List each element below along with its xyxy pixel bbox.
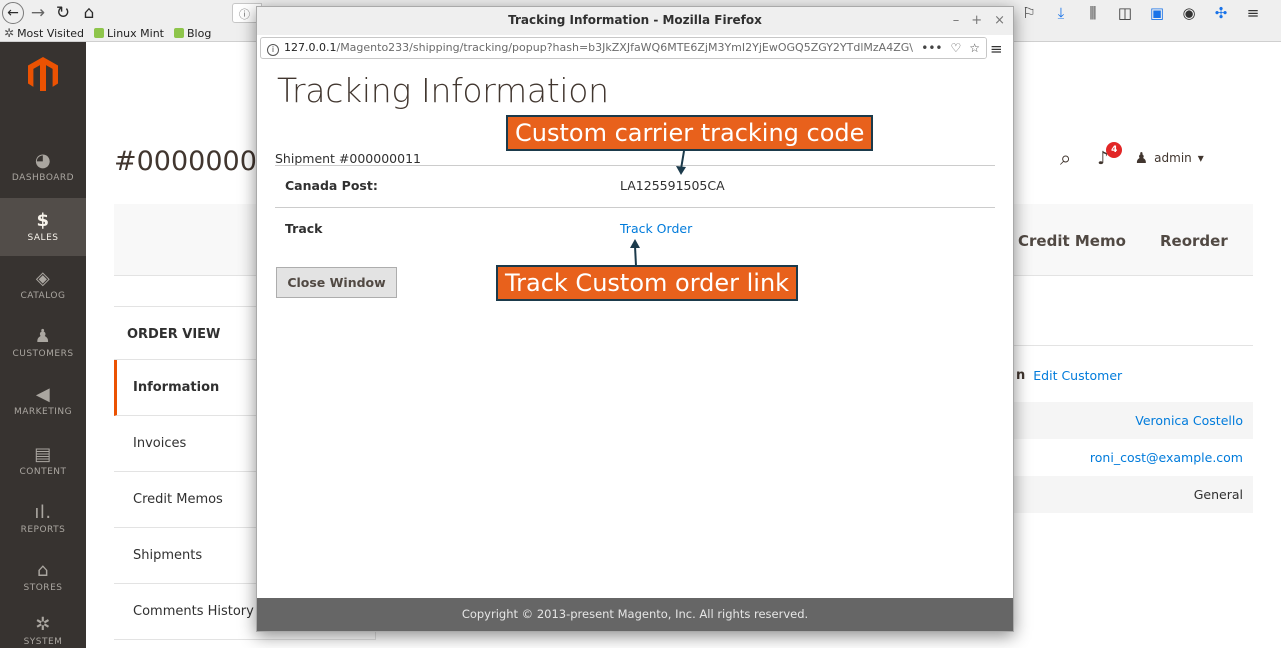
close-window-button[interactable]: Close Window	[276, 267, 397, 298]
sidebar-item-system[interactable]: ✲ SYSTEM	[0, 602, 86, 648]
bookmark-linux-mint[interactable]: Linux Mint	[94, 27, 164, 40]
account-icon[interactable]: ◉	[1180, 4, 1198, 22]
admin-user-menu[interactable]: ♟ admin ▾	[1135, 149, 1204, 167]
minimize-icon[interactable]: –	[953, 13, 960, 28]
tracking-popup-window: Tracking Information - Mozilla Firefox –…	[256, 6, 1014, 632]
edit-customer-link[interactable]: Edit Customer	[1033, 368, 1122, 383]
bookmark-folder-icon	[173, 28, 184, 38]
download-icon[interactable]: ⤓	[1052, 4, 1070, 22]
network-icon[interactable]: ✣	[1212, 4, 1230, 22]
sidebar-item-catalog[interactable]: ◈ CATALOG	[0, 256, 86, 314]
extension-icon[interactable]: ⚐	[1020, 4, 1038, 22]
section-divider	[1010, 345, 1253, 346]
customer-name-link[interactable]: Veronica Costello	[1135, 413, 1243, 428]
sidebar-item-marketing[interactable]: ◀ MARKETING	[0, 372, 86, 430]
maximize-icon[interactable]: +	[971, 13, 982, 28]
pocket-icon[interactable]: ♡	[950, 41, 961, 55]
divider	[275, 207, 995, 208]
menu-icon[interactable]: ≡	[1244, 4, 1262, 22]
bookmarks-bar: ✲ Most Visited Linux Mint Blog	[0, 24, 211, 42]
customer-name-row: Veronica Costello	[1010, 402, 1253, 439]
bookmark-blog[interactable]: Blog	[173, 27, 211, 40]
magento-logo-icon	[28, 57, 58, 91]
admin-sidebar: ◕ DASHBOARD $ SALES ◈ CATALOG ♟ CUSTOMER…	[0, 42, 86, 648]
credit-memo-button[interactable]: Credit Memo	[1018, 232, 1126, 250]
bookmark-most-visited[interactable]: ✲ Most Visited	[4, 26, 84, 40]
bookmark-folder-icon	[94, 28, 105, 38]
carrier-label: Canada Post:	[285, 178, 378, 193]
close-icon[interactable]: ×	[994, 13, 1005, 28]
annotation-tracking-code: Custom carrier tracking code	[506, 115, 874, 151]
track-order-link[interactable]: Track Order	[620, 221, 692, 236]
notification-count-badge: 4	[1106, 141, 1123, 158]
gear-icon: ✲	[35, 614, 51, 635]
shipment-label: Shipment #000000011	[275, 151, 421, 166]
bookmark-star-icon[interactable]: ☆	[969, 41, 980, 55]
page-actions-icon[interactable]: •••	[921, 41, 942, 55]
popup-url-bar[interactable]: i 127.0.0.1/Magento233/shipping/tracking/…	[260, 37, 987, 59]
sidebar-icon[interactable]: ◫	[1116, 4, 1134, 22]
sidebar-item-customers[interactable]: ♟ CUSTOMERS	[0, 314, 86, 372]
reload-icon[interactable]: ↻	[52, 2, 74, 24]
sidebar-item-stores[interactable]: ⌂ STORES	[0, 548, 86, 606]
popup-menu-icon[interactable]: ≡	[990, 40, 1003, 58]
chevron-down-icon: ▾	[1197, 151, 1204, 165]
search-icon[interactable]: ⌕	[1060, 146, 1071, 170]
sidebar-item-dashboard[interactable]: ◕ DASHBOARD	[0, 138, 86, 196]
dollar-icon: $	[36, 210, 50, 231]
tracking-number: LA125591505CA	[620, 178, 725, 193]
dashboard-icon: ◕	[34, 150, 52, 171]
sidebar-item-sales[interactable]: $ SALES	[0, 198, 86, 256]
addon-icon[interactable]: ▣	[1148, 4, 1166, 22]
annotation-arrow-down	[676, 150, 686, 175]
sidebar-item-reports[interactable]: ıl. REPORTS	[0, 490, 86, 548]
person-icon: ♟	[34, 326, 52, 347]
cube-icon: ◈	[35, 268, 51, 289]
library-icon[interactable]: ⫼	[1084, 4, 1102, 22]
notifications-bell-icon[interactable]: ♪ 4	[1097, 141, 1123, 169]
customer-email-link[interactable]: roni_cost@example.com	[1090, 450, 1243, 465]
forward-arrow-icon[interactable]: →	[28, 2, 48, 24]
back-arrow-icon[interactable]: ←	[2, 2, 24, 24]
account-info-heading: n Edit Customer	[1016, 368, 1123, 383]
page-title: #00000001	[114, 146, 275, 177]
popup-footer: Copyright © 2013-present Magento, Inc. A…	[257, 598, 1013, 631]
user-icon: ♟	[1134, 149, 1149, 167]
info-icon[interactable]: i	[267, 44, 279, 56]
magento-logo[interactable]	[0, 42, 86, 106]
browser-toolbar-icons: ⚐ ⤓ ⫼ ◫ ▣ ◉ ✣ ≡	[1020, 4, 1262, 22]
reorder-button[interactable]: Reorder	[1160, 232, 1228, 250]
track-label: Track	[285, 221, 323, 236]
popup-heading: Tracking Information	[277, 71, 609, 110]
popup-title-bar: Tracking Information - Mozilla Firefox –…	[257, 7, 1013, 35]
annotation-track-link: Track Custom order link	[496, 265, 799, 301]
divider	[275, 165, 995, 166]
admin-header-tools: ⌕ ♪ 4 ♟ admin ▾	[1060, 141, 1204, 170]
layout-icon: ▤	[34, 444, 52, 465]
customer-email-row: roni_cost@example.com	[1010, 439, 1253, 476]
store-icon: ⌂	[37, 560, 49, 581]
annotation-arrow-up	[630, 239, 640, 267]
home-icon[interactable]: ⌂	[78, 2, 100, 24]
sidebar-item-content[interactable]: ▤ CONTENT	[0, 432, 86, 490]
bar-chart-icon: ıl.	[34, 502, 52, 523]
customer-group-row: General	[1010, 476, 1253, 513]
star-icon: ✲	[4, 26, 15, 40]
megaphone-icon: ◀	[35, 384, 51, 405]
